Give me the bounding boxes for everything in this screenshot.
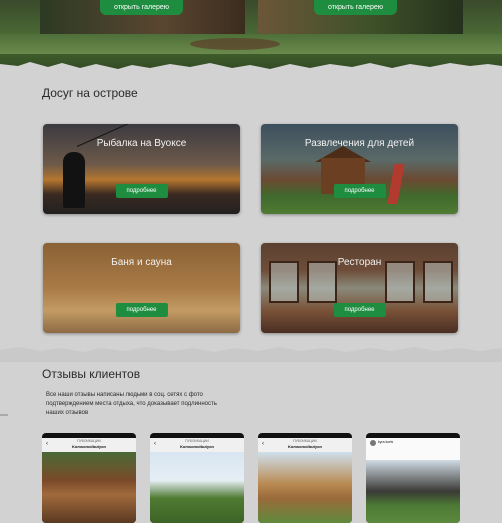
reviews-description: Все наши отзывы написаны людьми в соц. с… (46, 392, 217, 416)
card-title: Рыбалка на Вуоксе (96, 138, 187, 149)
username: kyra.korts (378, 440, 394, 444)
review-screenshot[interactable]: ‹ ПУБЛИКАЦИИ Komsomolbutyon (258, 433, 352, 523)
section-heading-leisure: Досуг на острове (42, 86, 138, 100)
section-heading-reviews: Отзывы клиентов (42, 367, 141, 381)
slide-image (387, 164, 405, 204)
review-screenshot[interactable]: ‹ ПУБЛИКАЦИИ Komsomolbutyon (150, 433, 244, 523)
card-title: Ресторан (337, 257, 382, 268)
review-screenshot[interactable]: ‹ ПУБЛИКАЦИИ Komsomolbutyon (42, 433, 136, 523)
leisure-card-fishing[interactable]: Рыбалка на Вуоксе подробнее (43, 124, 240, 214)
review-screenshot[interactable]: kyra.korts (366, 433, 460, 523)
card-title: Развлечения для детей (304, 138, 415, 149)
leisure-card-kids[interactable]: Развлечения для детей подробнее (261, 124, 458, 214)
leisure-card-sauna[interactable]: Баня и сауна подробнее (43, 243, 240, 333)
gallery-hero: открыть галерею открыть галерею (0, 0, 502, 80)
torn-edge-divider (0, 347, 502, 362)
card-title: Баня и сауна (111, 257, 172, 268)
more-button[interactable]: подробнее (115, 303, 168, 317)
review-photo (150, 452, 244, 523)
review-photo (258, 452, 352, 523)
avatar (370, 440, 376, 446)
fisherman-silhouette (63, 152, 85, 208)
open-gallery-button[interactable]: открыть галерею (100, 0, 184, 15)
torn-edge-divider (0, 62, 502, 80)
review-photo (42, 452, 136, 523)
more-button[interactable]: подробнее (333, 303, 386, 317)
leisure-card-restaurant[interactable]: Ресторан подробнее (261, 243, 458, 333)
more-button[interactable]: подробнее (115, 184, 168, 198)
review-photo (366, 460, 460, 523)
more-button[interactable]: подробнее (333, 184, 386, 198)
open-gallery-button[interactable]: открыть галерею (314, 0, 398, 15)
